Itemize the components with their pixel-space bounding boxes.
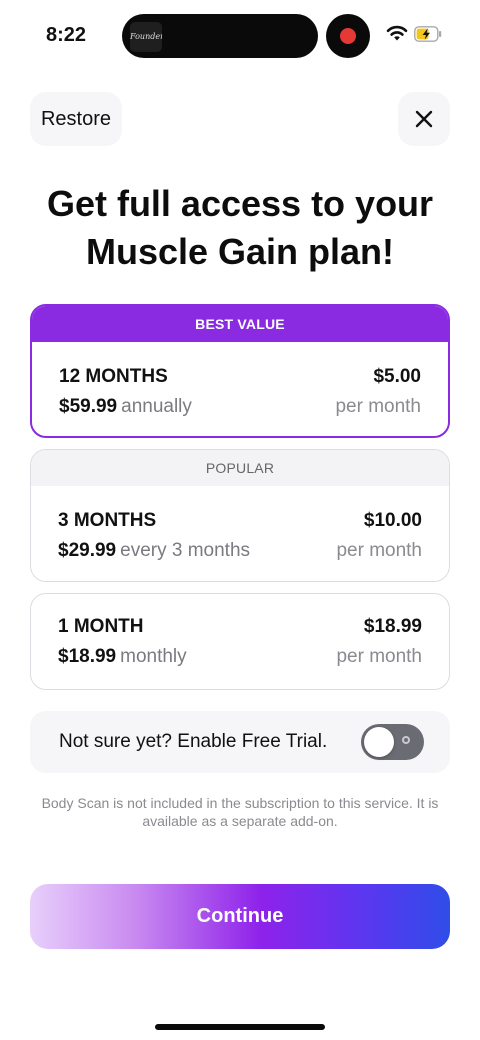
free-trial-toggle[interactable] [361,724,424,760]
title-line-1: Get full access to your [46,183,434,224]
plan-duration: 12 MONTHS [59,366,168,387]
plan-duration: 3 MONTHS [58,510,157,531]
plan-total-amount: $29.99 [58,540,117,561]
continue-button[interactable]: Continue [30,884,450,949]
plan-duration: 1 MONTH [58,616,144,637]
plan-price-per-month: $5.00 [373,366,421,387]
plan-total-amount: $59.99 [59,396,118,417]
plan-price-per-month: $10.00 [363,510,422,531]
plan-price-unit: per month [336,540,422,561]
status-time: 8:22 [46,24,87,46]
popular-badge: POPULAR [31,450,449,486]
plan-billing-period: monthly [120,646,187,667]
plan-billing-period: annually [121,396,192,417]
plan-billing-period: every 3 months [120,540,251,561]
island-app-thumbnail: Founders [130,22,162,52]
toggle-knob [364,727,394,757]
screen-recording-indicator [326,14,370,58]
plan-total-price: $18.99 monthly [58,646,187,668]
free-trial-label: Not sure yet? Enable Free Trial. [59,731,328,752]
plan-option-12-months[interactable]: BEST VALUE 12 MONTHS $5.00 $59.99 annuall… [30,304,450,438]
plan-total-price: $59.99 annually [59,396,192,418]
title-line-2: Muscle Gain plan! [85,231,395,272]
plan-total-price: $29.99 every 3 months [58,540,250,562]
plan-price-unit: per month [335,396,421,417]
battery-charging-icon [414,26,442,42]
free-trial-row: Not sure yet? Enable Free Trial. [30,711,450,773]
page-title: Get full access to your Muscle Gain plan… [20,180,460,276]
toggle-off-indicator-icon [402,736,410,744]
best-value-badge: BEST VALUE [32,306,448,342]
record-dot-icon [340,28,356,44]
home-indicator[interactable] [155,1024,325,1030]
dynamic-island: Founders [122,14,318,58]
plan-total-amount: $18.99 [58,646,117,667]
wifi-icon [386,25,408,41]
plan-option-1-month[interactable]: 1 MONTH $18.99 $18.99 monthly per month [30,593,450,690]
restore-button[interactable]: Restore [30,92,122,146]
disclaimer-text: Body Scan is not included in the subscri… [41,795,439,829]
plan-option-3-months[interactable]: POPULAR 3 MONTHS $10.00 $29.99 every 3 mo… [30,449,450,582]
status-bar: 8:22 Founders [0,0,480,72]
close-icon [415,110,433,128]
plan-price-unit: per month [336,646,422,667]
close-button[interactable] [398,92,450,146]
plan-price-per-month: $18.99 [363,616,422,637]
